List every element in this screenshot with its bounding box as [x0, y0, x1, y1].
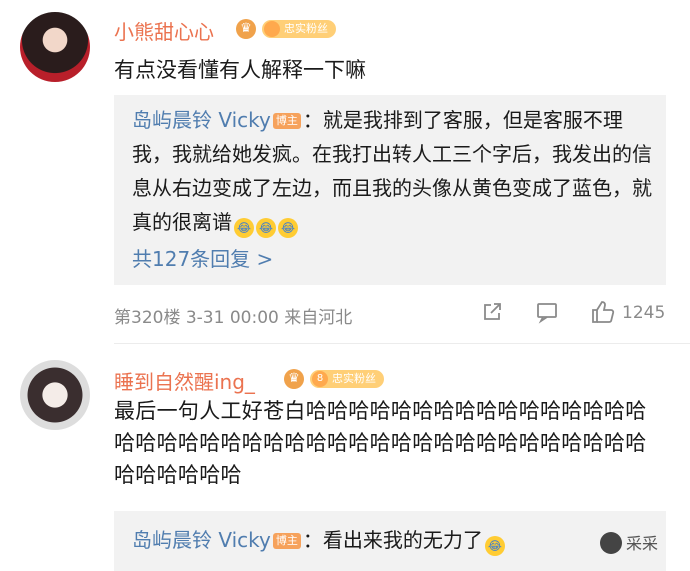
crying-laughing-emoji-icon: 😂	[484, 536, 505, 556]
fan-badge[interactable]: 8 忠实粉丝	[310, 370, 384, 388]
crying-laughing-emoji-icon: 😂	[278, 218, 298, 238]
more-replies-link[interactable]: 共127条回复 >	[132, 243, 273, 272]
reply: 岛屿晨铃 Vicky 博主 ：就是我排到了客服，但是客服不理我，我就给她发疯。在我打…	[132, 103, 652, 239]
watermark-text: 采采	[626, 534, 659, 553]
fan-level	[264, 21, 280, 37]
comment-username[interactable]: 睡到自然醒ing_	[114, 366, 255, 395]
reply-author[interactable]: 岛屿晨铃 Vicky	[132, 108, 271, 132]
crying-laughing-emoji-icon: 😂	[256, 218, 276, 238]
crown-icon: ♛	[284, 369, 304, 389]
comment-text: 有点没看懂有人解释一下嘛	[114, 58, 366, 82]
wechat-logo-icon	[600, 532, 622, 554]
fan-badge-label: 忠实粉丝	[284, 22, 328, 35]
fan-badge[interactable]: 忠实粉丝	[262, 20, 336, 38]
reply-box[interactable]: 岛屿晨铃 Vicky 博主 ：就是我排到了客服，但是客服不理我，我就给她发疯。在我打…	[114, 95, 666, 285]
fan-badge-label: 忠实粉丝	[332, 372, 376, 385]
crying-laughing-emoji-icon: 😂	[234, 218, 254, 238]
avatar[interactable]	[20, 12, 90, 82]
reply-text: ：看出来我的无力了	[302, 528, 483, 552]
avatar[interactable]	[20, 360, 90, 430]
thumbs-up-icon[interactable]	[590, 300, 616, 324]
comment-text: 最后一句人工好苍白哈哈哈哈哈哈哈哈哈哈哈哈哈哈哈哈哈哈哈哈哈哈哈哈哈哈哈哈哈哈哈…	[114, 399, 647, 487]
author-badge: 博主	[272, 533, 301, 549]
comment-username[interactable]: 小熊甜心心	[114, 16, 214, 45]
share-icon[interactable]	[480, 300, 504, 324]
comment-meta: 第320楼 3-31 00:00 来自河北	[114, 308, 353, 328]
author-badge: 博主	[272, 113, 301, 129]
fan-level: 8	[312, 371, 328, 387]
divider	[114, 343, 690, 344]
reply-author[interactable]: 岛屿晨铃 Vicky	[132, 528, 271, 552]
watermark: 采采	[600, 530, 658, 554]
reply-box[interactable]: 岛屿晨铃 Vicky 博主 ：看出来我的无力了 😂	[114, 511, 666, 571]
like-count: 1245	[622, 303, 666, 323]
reply: 岛屿晨铃 Vicky 博主 ：看出来我的无力了 😂	[132, 523, 652, 557]
crown-icon: ♛	[236, 19, 256, 39]
comment-icon[interactable]	[535, 300, 559, 324]
